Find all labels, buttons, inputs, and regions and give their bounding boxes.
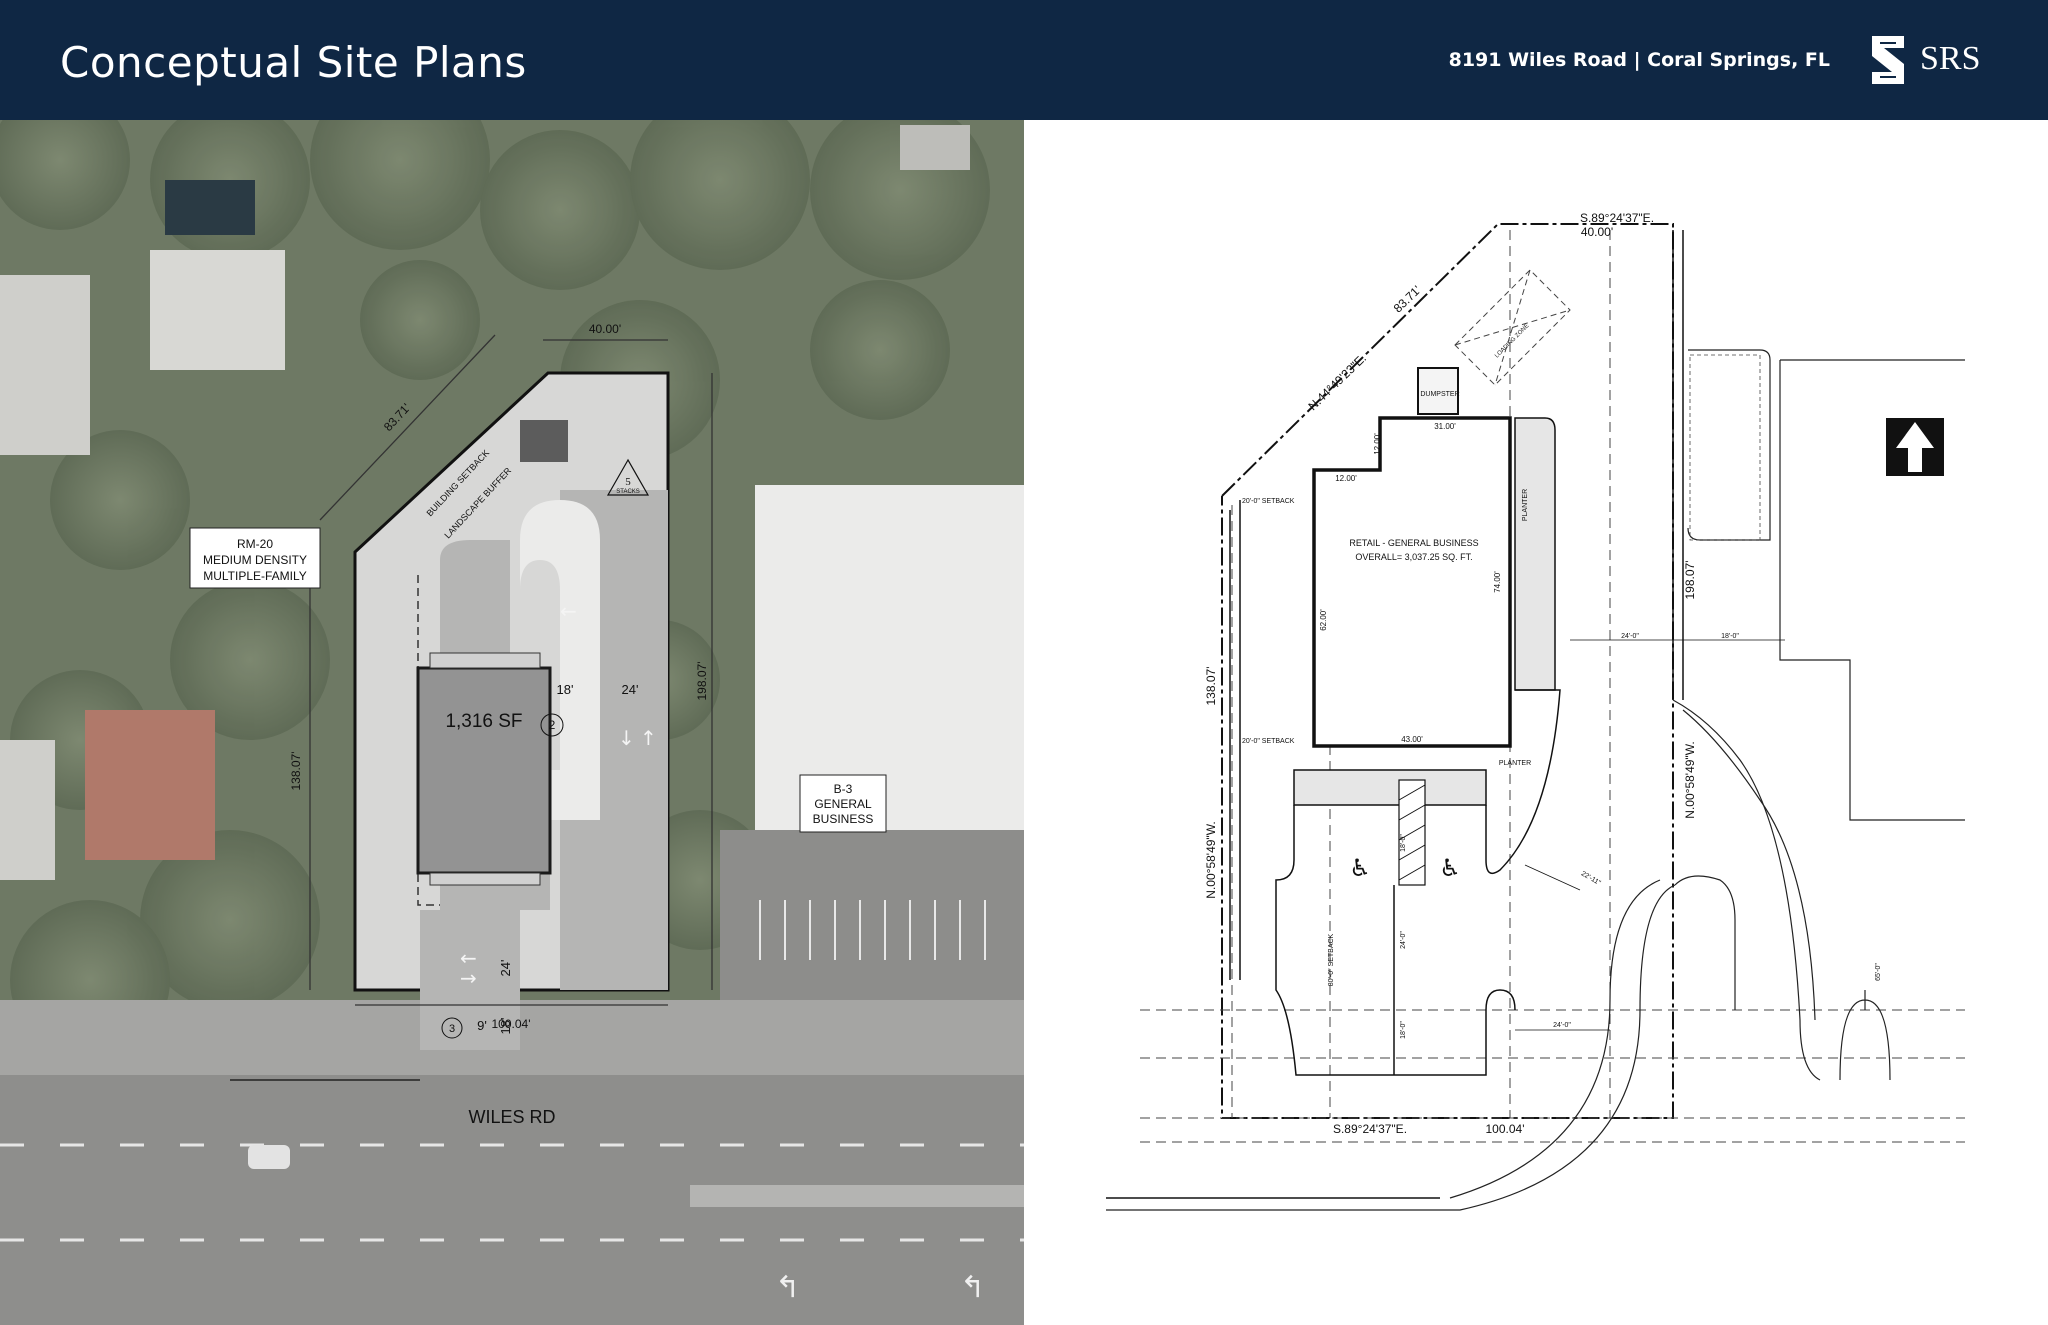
building-area-label: 1,316 SF bbox=[445, 711, 522, 732]
planter-right-label: PLANTER bbox=[1522, 489, 1529, 521]
planter-right bbox=[1514, 417, 1556, 691]
dim-right: 198.07' bbox=[1683, 561, 1697, 600]
zoning-right-line2: GENERAL bbox=[814, 797, 872, 811]
srs-logo: SRS bbox=[1866, 34, 1994, 86]
zoning-left-line2: MEDIUM DENSITY bbox=[203, 553, 307, 567]
bearing-diagonal: N.44°49'23"E. bbox=[1305, 351, 1368, 413]
road-label: WILES RD bbox=[468, 1107, 555, 1127]
planter-bottom-label: PLANTER bbox=[1499, 760, 1531, 767]
adjacent-commercial-building bbox=[755, 485, 1024, 830]
setback-mid-label: 20'-0" SETBACK bbox=[1242, 738, 1295, 745]
retail-area: OVERALL= 3,037.25 SQ. FT. bbox=[1355, 552, 1472, 562]
svg-text:←: ← bbox=[560, 599, 577, 623]
property-address: 8191 Wiles Road | Coral Springs, FL bbox=[1448, 49, 1830, 71]
planter-bottom bbox=[1293, 769, 1487, 806]
bearing-right: N.00°58'49"W. bbox=[1683, 741, 1697, 818]
dim-top: 40.00' bbox=[1581, 225, 1613, 239]
dim-18-top: 18' bbox=[557, 682, 574, 697]
dim-18-0c: 18'-0" bbox=[1400, 1021, 1407, 1039]
dim-12a: 12.00' bbox=[1335, 474, 1357, 483]
dim-18-0b: 18'-0" bbox=[1400, 834, 1407, 852]
trash-enclosure bbox=[520, 420, 568, 462]
dim-diagonal: 83.71' bbox=[1391, 283, 1424, 316]
neighbor-house bbox=[150, 250, 285, 370]
zoning-right-line3: BUSINESS bbox=[813, 812, 874, 826]
building-canopy bbox=[429, 872, 541, 886]
neighbor-house-roof bbox=[85, 710, 215, 860]
proposed-building bbox=[416, 666, 552, 875]
retail-title: RETAIL - GENERAL BUSINESS bbox=[1349, 538, 1478, 548]
zoning-left-line3: MULTIPLE-FAMILY bbox=[203, 569, 307, 583]
stall-count-bottom: 3 bbox=[449, 1023, 455, 1035]
wheelchair-icon: ♿ bbox=[1439, 854, 1461, 882]
dim-line bbox=[1524, 864, 1581, 891]
dim-24-0b: 24'-0" bbox=[1553, 1022, 1571, 1029]
dim-74: 74.00' bbox=[1493, 571, 1502, 593]
setback-vertical-label: 80'-0" SETBACK bbox=[1328, 933, 1335, 986]
neighbor-pool bbox=[165, 180, 255, 235]
svg-text:→: → bbox=[460, 966, 477, 990]
neighbor-shed bbox=[900, 125, 970, 170]
dumpster-label: DUMPSTER bbox=[1420, 391, 1459, 398]
dim-62: 62.00' bbox=[1319, 609, 1328, 631]
dim-right: 198.07' bbox=[695, 662, 709, 701]
turn-arrow-icon: ↰ bbox=[775, 1270, 800, 1305]
header-bar: Conceptual Site Plans 8191 Wiles Road | … bbox=[0, 0, 2048, 120]
dim-24-0c: 24'-0" bbox=[1400, 931, 1407, 949]
dim-65: 65'-0" bbox=[1875, 963, 1882, 981]
dim-18-0a: 18'-0" bbox=[1721, 633, 1739, 640]
dim-left: 138.07' bbox=[1204, 667, 1218, 706]
neighbor-house bbox=[0, 275, 90, 455]
dim-43: 43.00' bbox=[1401, 735, 1423, 744]
retail-building bbox=[1312, 416, 1512, 748]
dim-12b: 12.00' bbox=[1373, 433, 1382, 455]
building-canopy bbox=[429, 652, 541, 669]
stall-count-top: 2 bbox=[549, 718, 556, 732]
bearing-left: N.00°58'49"W. bbox=[1204, 821, 1218, 898]
dim-22-11: 22'-11" bbox=[1580, 870, 1602, 887]
dim-24-lower: 24' bbox=[498, 960, 513, 977]
dim-18-lower: 18' bbox=[498, 1018, 513, 1035]
srs-s-mark-icon bbox=[1872, 36, 1904, 84]
loading-zone bbox=[1454, 269, 1571, 386]
svg-text:↑: ↑ bbox=[640, 726, 657, 750]
neighbor-house bbox=[0, 740, 55, 880]
zoning-right-line1: B-3 bbox=[834, 782, 853, 796]
dim-left: 138.07' bbox=[289, 752, 303, 791]
bearing-bottom: S.89°24'37"E. bbox=[1333, 1122, 1407, 1136]
page-title: Conceptual Site Plans bbox=[60, 38, 527, 87]
dim-top: 40.00' bbox=[589, 322, 621, 336]
aerial-site-plan: ↰ ↰ 1,316 SF 40.00' 83.71' 138.07' 198.0… bbox=[0, 120, 1024, 1325]
dim-24-0a: 24'-0" bbox=[1621, 633, 1639, 640]
dim-bottom: 100.04' bbox=[1486, 1122, 1525, 1136]
setback-top-label: 20'-0" SETBACK bbox=[1242, 498, 1295, 505]
car bbox=[248, 1145, 290, 1169]
dim-24-top: 24' bbox=[622, 682, 639, 697]
cad-site-plan: LOADING ZONE DUMPSTER RETAIL - GENERAL B… bbox=[1024, 120, 2048, 1325]
turn-arrow-icon: ↰ bbox=[960, 1270, 985, 1305]
stacks-label: STACKS bbox=[616, 489, 640, 495]
logo-text: SRS bbox=[1920, 40, 1981, 77]
parking-lines-adjacent bbox=[1689, 354, 1761, 541]
dim-9: 9' bbox=[477, 1018, 487, 1033]
zoning-left-line1: RM-20 bbox=[237, 537, 273, 551]
north-arrow-icon bbox=[1886, 418, 1944, 476]
dim-31: 31.00' bbox=[1434, 422, 1456, 431]
wheelchair-icon: ♿ bbox=[1349, 854, 1371, 882]
bearing-top: S.89°24'37"E. bbox=[1580, 211, 1654, 225]
svg-text:↓: ↓ bbox=[618, 726, 635, 750]
stacks-number: 5 bbox=[625, 476, 631, 488]
parking-area bbox=[440, 540, 510, 660]
road-median bbox=[690, 1185, 1024, 1207]
